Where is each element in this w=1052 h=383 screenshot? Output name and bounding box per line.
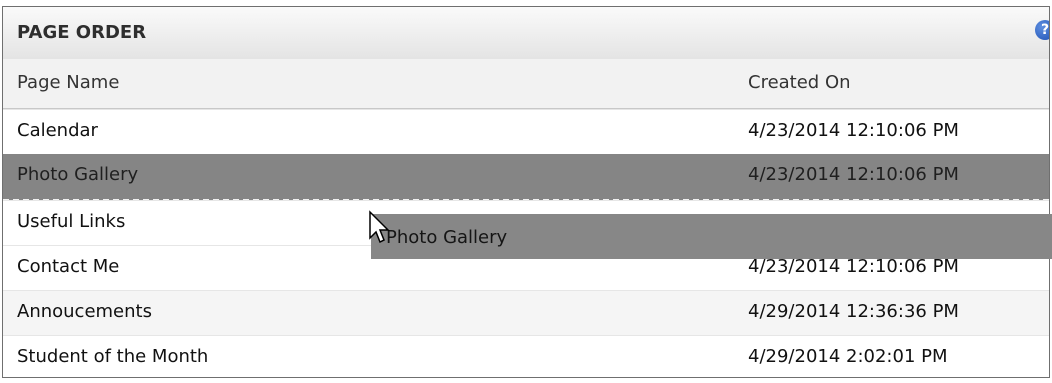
page-order-panel: PAGE ORDER ? Page Name Created On Calend…: [2, 6, 1050, 378]
help-icon[interactable]: ?: [1035, 20, 1049, 40]
table-row[interactable]: Student of the Month 4/29/2014 2:02:01 P…: [3, 335, 1049, 377]
created-on-cell: 4/23/2014 12:10:06 PM: [748, 164, 959, 185]
page-name-cell: Useful Links: [17, 211, 126, 232]
table-row[interactable]: Annoucements 4/29/2014 12:36:36 PM: [3, 290, 1049, 336]
created-on-cell: 4/29/2014 2:02:01 PM: [748, 346, 948, 367]
panel-title-bar: PAGE ORDER ?: [3, 7, 1049, 59]
drag-proxy-label: Photo Gallery: [386, 227, 508, 248]
created-on-cell: 4/23/2014 12:10:06 PM: [748, 120, 959, 141]
page-name-cell: Photo Gallery: [17, 164, 139, 185]
table-header: Page Name Created On: [3, 59, 1049, 110]
page-name-cell: Annoucements: [17, 301, 152, 322]
column-header-created-on[interactable]: Created On: [748, 72, 851, 93]
arrow-cursor-icon: [369, 210, 390, 244]
table-row-dragging[interactable]: Photo Gallery 4/23/2014 12:10:06 PM: [3, 154, 1049, 201]
column-header-page-name[interactable]: Page Name: [17, 72, 119, 93]
drag-proxy[interactable]: Photo Gallery: [371, 214, 1052, 259]
page-name-cell: Contact Me: [17, 256, 120, 277]
panel-title: PAGE ORDER: [17, 22, 147, 43]
created-on-cell: 4/23/2014 12:10:06 PM: [748, 256, 959, 277]
page-name-cell: Student of the Month: [17, 346, 209, 367]
page-name-cell: Calendar: [17, 120, 98, 141]
table-row[interactable]: Calendar 4/23/2014 12:10:06 PM: [3, 109, 1049, 155]
created-on-cell: 4/29/2014 12:36:36 PM: [748, 301, 959, 322]
